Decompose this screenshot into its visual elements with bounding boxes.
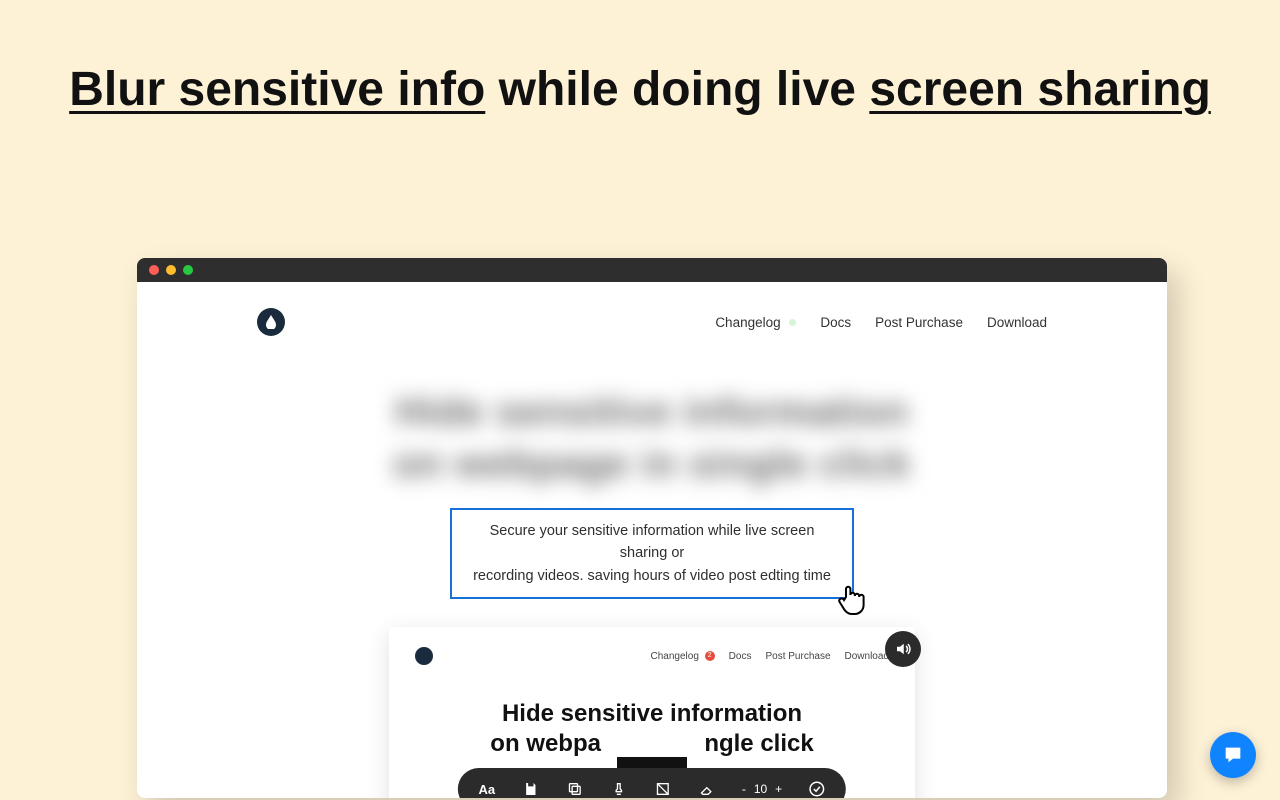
- mute-button[interactable]: [885, 631, 921, 667]
- selected-text-line-1: Secure your sensitive information while …: [490, 523, 815, 561]
- save-button[interactable]: [522, 780, 540, 798]
- hand-cursor-icon: [834, 579, 874, 619]
- hero-section: Hide sensitive information on webpage in…: [137, 386, 1167, 798]
- blurred-hero-title: Hide sensitive information on webpage in…: [137, 386, 1167, 490]
- copy-button[interactable]: [566, 780, 584, 798]
- preview-title-line-1: Hide sensitive information: [502, 700, 802, 727]
- blurred-line-1: Hide sensitive information: [395, 390, 908, 434]
- brush-tool-button[interactable]: [610, 780, 628, 798]
- chat-support-button[interactable]: [1210, 732, 1256, 778]
- headline-mid: while doing live: [485, 63, 869, 116]
- site-logo[interactable]: [257, 308, 285, 336]
- preview-title: Hide sensitive information on webpa ngle…: [415, 699, 889, 759]
- headline-underline-1: Blur sensitive info: [69, 63, 485, 116]
- preview-title-line-2a: on webpa: [490, 730, 601, 757]
- minimize-dot[interactable]: [166, 265, 176, 275]
- browser-window: Changelog Docs Post Purchase Download Hi…: [137, 258, 1167, 798]
- nav-docs[interactable]: Docs: [820, 315, 851, 330]
- zoom-in-button[interactable]: +: [775, 782, 782, 796]
- preview-logo: [415, 647, 433, 665]
- headline: Blur sensitive info while doing live scr…: [0, 0, 1280, 123]
- nav-changelog-label: Changelog: [715, 315, 780, 330]
- zoom-controls: - 10 +: [742, 782, 782, 796]
- nav-post-purchase[interactable]: Post Purchase: [875, 315, 963, 330]
- maximize-dot[interactable]: [183, 265, 193, 275]
- preview-nav-post-purchase: Post Purchase: [765, 651, 830, 662]
- preview-nav-changelog: Changelog 2: [651, 651, 715, 662]
- preview-changelog-badge: 2: [705, 651, 715, 661]
- preview-nav: Changelog 2 Docs Post Purchase Download: [415, 647, 889, 665]
- changelog-indicator-icon: [789, 319, 796, 326]
- eraser-tool-button[interactable]: [698, 780, 716, 798]
- nav-changelog[interactable]: Changelog: [715, 315, 796, 330]
- crop-tool-button[interactable]: [654, 780, 672, 798]
- floating-toolbar: Aa - 10 +: [458, 768, 846, 798]
- window-titlebar: [137, 258, 1167, 282]
- selected-text-line-2: recording videos. saving hours of video …: [473, 568, 831, 584]
- preview-nav-docs: Docs: [729, 651, 752, 662]
- confirm-button[interactable]: [808, 780, 826, 798]
- zoom-value: 10: [754, 782, 767, 796]
- zoom-out-button[interactable]: -: [742, 782, 746, 796]
- blurred-line-2: on webpage in single click: [393, 442, 911, 486]
- selection-box[interactable]: Secure your sensitive information while …: [450, 508, 854, 599]
- preview-title-line-2b: ngle click: [704, 730, 813, 757]
- site-nav: Changelog Docs Post Purchase Download: [137, 282, 1167, 336]
- close-dot[interactable]: [149, 265, 159, 275]
- preview-nav-download: Download: [845, 651, 889, 662]
- text-tool-button[interactable]: Aa: [478, 780, 496, 798]
- nav-download[interactable]: Download: [987, 315, 1047, 330]
- headline-underline-2: screen sharing: [869, 63, 1210, 116]
